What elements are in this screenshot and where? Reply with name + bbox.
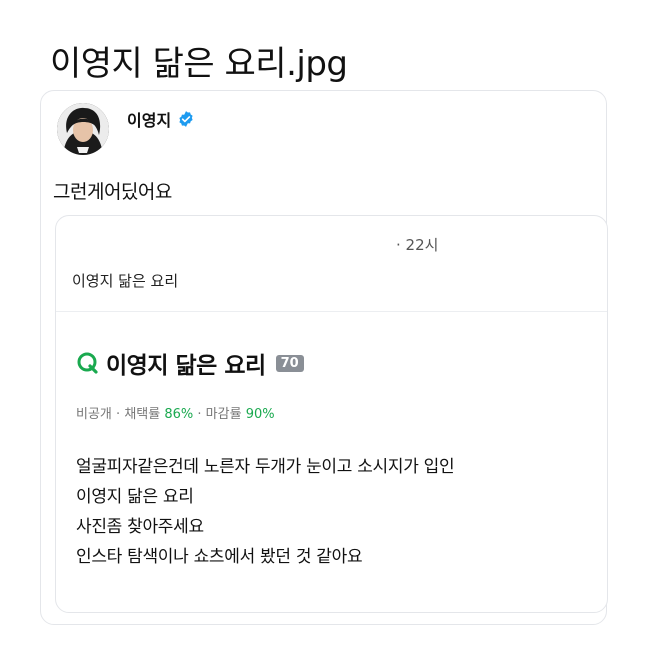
q-logo-icon [76,351,100,375]
question-body-line: 얼굴피자같은건데 노른자 두개가 눈이고 소시지가 입인 [76,457,455,477]
question-body-line: 이영지 닮은 요리 [76,487,194,507]
tweet-card: 이영지 그런게어딨어요 · 22시 이영지 닮은 요리 이영지 닮은 요리 70… [40,90,608,625]
stats-separator: · [116,407,121,422]
close-rate-label: 마감률 [205,407,242,422]
close-rate-value: 90% [245,407,275,422]
author-row: 이영지 [127,107,195,131]
page-title: 이영지 닮은 요리.jpg [50,44,348,84]
question-title-row: 이영지 닮은 요리 70 [76,346,304,380]
question-stats: 비공개 · 채택률 86% · 마감률 90% [76,403,275,422]
question-body-line: 인스타 탐색이나 쇼츠에서 봤던 것 같아요 [76,547,363,567]
tweet-text: 그런게어딨어요 [53,181,172,203]
adopt-rate-value: 86% [164,407,194,422]
quoted-post-text: 이영지 닮은 요리 [72,272,179,290]
stats-separator: · [197,407,202,422]
question-body-line: 사진좀 찾아주세요 [76,517,204,537]
adopt-rate-label: 채택률 [124,407,161,422]
quoted-post[interactable]: · 22시 이영지 닮은 요리 이영지 닮은 요리 70 비공개 · 채택률 8… [55,215,608,613]
level-badge: 70 [275,354,304,372]
divider [56,311,607,312]
post-time: · 22시 [396,236,439,254]
author-name[interactable]: 이영지 [127,107,171,131]
verified-badge-icon [177,110,195,128]
question-title: 이영지 닮은 요리 [106,353,266,379]
visibility-label: 비공개 [76,407,112,422]
avatar[interactable] [57,103,109,155]
question-body: 얼굴피자같은건데 노른자 두개가 눈이고 소시지가 입인 이영지 닮은 요리 사… [76,452,455,572]
